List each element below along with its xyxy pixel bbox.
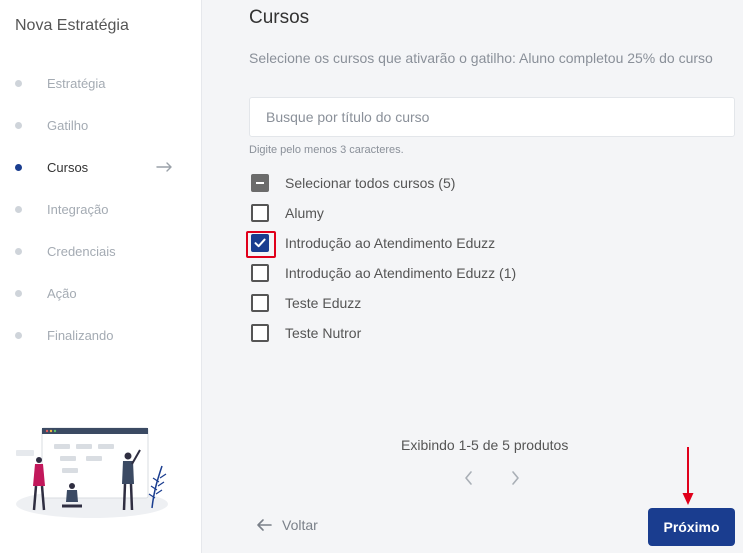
step-credenciais[interactable]: Credenciais bbox=[0, 241, 202, 261]
arrow-right-icon bbox=[156, 162, 172, 172]
step-integracao[interactable]: Integração bbox=[0, 199, 202, 219]
course-label: Teste Eduzz bbox=[285, 295, 362, 311]
search-hint: Digite pelo menos 3 caracteres. bbox=[249, 144, 404, 156]
step-label: Gatilho bbox=[47, 117, 89, 133]
step-dot bbox=[15, 289, 22, 297]
chevron-left-icon[interactable] bbox=[459, 468, 479, 488]
select-all-checkbox-row[interactable]: Selecionar todos cursos (5) bbox=[251, 173, 455, 193]
step-dot bbox=[15, 79, 22, 87]
course-checkbox-row[interactable]: Introdução ao Atendimento Eduzz (1) bbox=[251, 263, 516, 283]
step-dot bbox=[15, 121, 22, 129]
indeterminate-checkbox-icon[interactable] bbox=[251, 174, 269, 192]
step-label: Ação bbox=[47, 285, 77, 301]
course-label: Alumy bbox=[285, 205, 324, 221]
arrow-left-icon bbox=[257, 519, 272, 531]
course-label: Teste Nutror bbox=[285, 325, 362, 341]
select-all-label: Selecionar todos cursos (5) bbox=[285, 175, 456, 191]
page-title: Cursos bbox=[249, 7, 310, 28]
back-label: Voltar bbox=[282, 517, 318, 533]
chevron-right-icon[interactable] bbox=[505, 468, 525, 488]
back-button[interactable]: Voltar bbox=[255, 516, 318, 534]
step-label: Estratégia bbox=[47, 75, 106, 91]
step-dot bbox=[15, 247, 22, 255]
checkbox[interactable] bbox=[251, 264, 269, 282]
step-acao[interactable]: Ação bbox=[0, 283, 202, 303]
next-button[interactable]: Próximo bbox=[648, 508, 735, 546]
pagination-text: Exibindo 1-5 de 5 produtos bbox=[401, 437, 569, 453]
step-dot bbox=[15, 331, 22, 339]
arrow-down-icon bbox=[682, 447, 694, 505]
course-label: Introdução ao Atendimento Eduzz (1) bbox=[285, 265, 517, 281]
course-checkbox-row[interactable]: Teste Nutror bbox=[251, 323, 361, 343]
sidebar-title: Nova Estratégia bbox=[15, 17, 129, 34]
highlight-box bbox=[246, 231, 276, 258]
course-checkbox-row[interactable]: Alumy bbox=[251, 203, 324, 223]
step-dot bbox=[15, 163, 22, 171]
step-estrategia[interactable]: Estratégia bbox=[0, 73, 202, 93]
step-cursos[interactable]: Cursos bbox=[0, 157, 202, 177]
checkbox[interactable] bbox=[251, 204, 269, 222]
step-label: Credenciais bbox=[47, 243, 116, 259]
sidebar: Nova Estratégia Estratégia Gatilho Curso… bbox=[0, 0, 202, 553]
course-checkbox-row[interactable]: Introdução ao Atendimento Eduzz bbox=[251, 233, 495, 253]
checkbox[interactable] bbox=[251, 294, 269, 312]
step-label: Cursos bbox=[47, 159, 89, 175]
step-label: Finalizando bbox=[47, 327, 114, 343]
step-finalizando[interactable]: Finalizando bbox=[0, 325, 202, 345]
course-label: Introdução ao Atendimento Eduzz bbox=[285, 235, 496, 251]
step-gatilho[interactable]: Gatilho bbox=[0, 115, 202, 135]
step-dot bbox=[15, 205, 22, 213]
team-illustration bbox=[16, 427, 168, 518]
course-search-input[interactable] bbox=[249, 97, 735, 137]
main-panel: Cursos Selecione os cursos que ativarão … bbox=[203, 0, 743, 553]
checkbox[interactable] bbox=[251, 324, 269, 342]
page-description: Selecione os cursos que ativarão o gatil… bbox=[249, 50, 713, 66]
step-label: Integração bbox=[47, 201, 109, 217]
course-checkbox-row[interactable]: Teste Eduzz bbox=[251, 293, 361, 313]
